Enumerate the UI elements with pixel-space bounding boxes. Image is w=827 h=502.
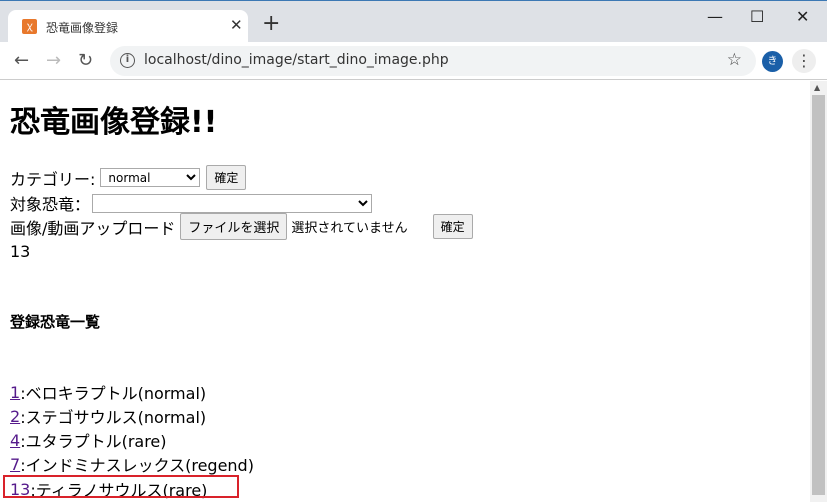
choose-file-button[interactable]: ファイルを選択: [180, 213, 288, 240]
bookmark-star-icon[interactable]: ☆: [727, 50, 742, 70]
page-content: 恐竜画像登録!! カテゴリー: normal 確定 対象恐竜： 画像/動画アップ…: [0, 81, 810, 502]
profile-avatar[interactable]: き: [762, 51, 783, 72]
dino-text: :ユタラプトル(rare): [20, 432, 167, 451]
scroll-up-icon[interactable]: ▲: [814, 83, 820, 92]
address-bar[interactable]: i localhost/dino_image/start_dino_image.…: [110, 46, 756, 76]
dino-link[interactable]: 7: [10, 455, 20, 474]
file-status: 選択されていません: [291, 221, 408, 236]
forward-icon[interactable]: →: [46, 50, 61, 71]
dino-text: :ステゴサウルス(normal): [20, 408, 207, 427]
dino-text: :インドミナスレックス(regend): [20, 456, 254, 475]
xampp-favicon-icon: ꭓ: [22, 19, 37, 34]
close-tab-icon[interactable]: ✕: [230, 16, 243, 34]
dino-link[interactable]: 4: [10, 431, 20, 450]
new-tab-icon[interactable]: +: [262, 13, 280, 35]
browser-toolbar: ← → ↻ i localhost/dino_image/start_dino_…: [0, 42, 827, 80]
category-select[interactable]: normal: [100, 168, 201, 187]
list-heading: 登録恐竜一覧: [10, 313, 101, 331]
scrollbar-thumb[interactable]: [812, 95, 825, 495]
page-title: 恐竜画像登録!!: [10, 105, 218, 140]
info-icon[interactable]: i: [120, 53, 135, 68]
maximize-icon[interactable]: ☐: [750, 7, 764, 26]
reload-icon[interactable]: ↻: [78, 50, 93, 71]
target-dino-select[interactable]: [92, 193, 373, 213]
list-item: 1:ベロキラプトル(normal): [10, 380, 206, 404]
menu-icon[interactable]: ⋮: [792, 49, 816, 73]
target-dino-label: 対象恐竜：: [10, 195, 91, 214]
upload-confirm-button[interactable]: 確定: [432, 214, 473, 239]
list-item: 2:ステゴサウルス(normal): [10, 404, 206, 428]
list-item: 4:ユタラプトル(rare): [10, 428, 167, 452]
list-item: 7:インドミナスレックス(regend): [10, 452, 254, 476]
close-window-icon[interactable]: ✕: [796, 7, 809, 26]
highlight-box: [3, 475, 239, 498]
upload-label: 画像/動画アップロード: [10, 218, 176, 238]
minimize-icon[interactable]: —: [707, 7, 723, 26]
category-label: カテゴリー:: [10, 169, 96, 189]
tab-title: 恐竜画像登録: [46, 21, 119, 35]
back-icon[interactable]: ←: [14, 50, 29, 71]
dino-text: :ベロキラプトル(normal): [20, 384, 207, 403]
vertical-scrollbar[interactable]: ▲: [810, 81, 827, 502]
browser-tab[interactable]: ꭓ 恐竜画像登録 ✕: [8, 10, 248, 43]
title-bar: ꭓ 恐竜画像登録 ✕ + — ☐ ✕: [0, 0, 827, 43]
url-text[interactable]: localhost/dino_image/start_dino_image.ph…: [144, 52, 449, 68]
result-number: 13: [10, 242, 31, 261]
dino-link[interactable]: 1: [10, 383, 20, 402]
category-confirm-button[interactable]: 確定: [206, 165, 247, 190]
dino-link[interactable]: 2: [10, 407, 20, 426]
